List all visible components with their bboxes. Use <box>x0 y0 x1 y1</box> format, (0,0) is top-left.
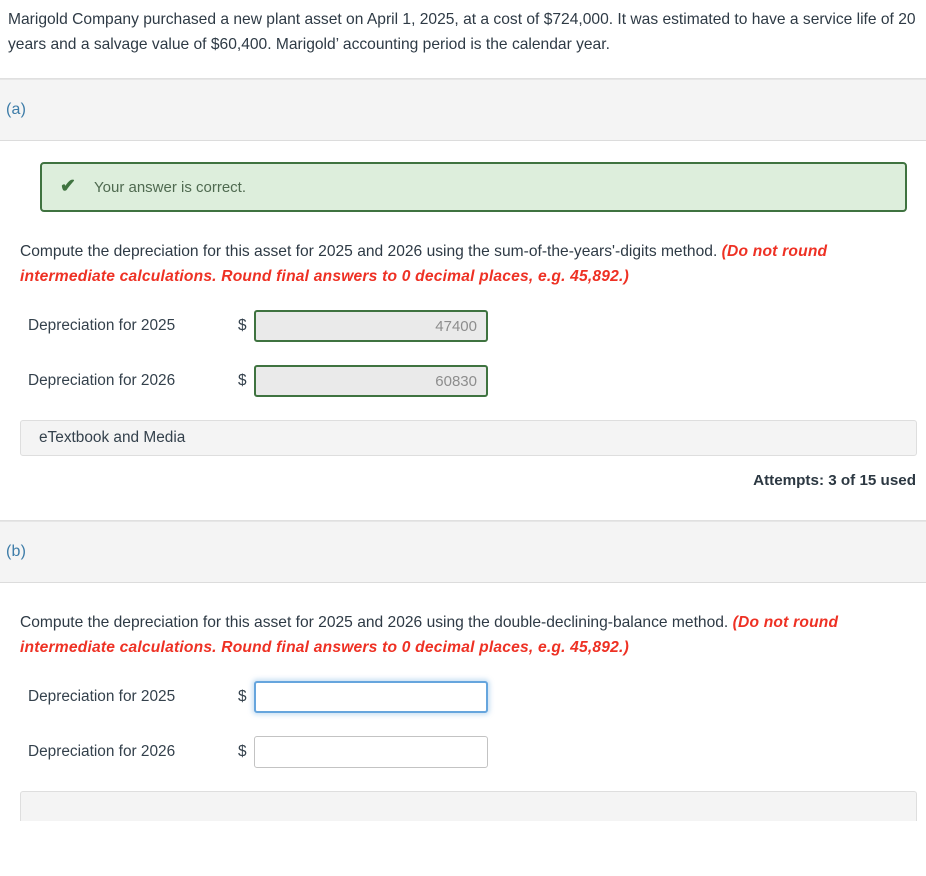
part-letter-b: (b) <box>6 543 27 560</box>
problem-statement: Marigold Company purchased a new plant a… <box>0 0 926 57</box>
answer-row-a-2025: Depreciation for 2025 $ <box>20 310 916 342</box>
part-letter-a: (a) <box>6 101 27 118</box>
currency-symbol: $ <box>238 317 247 334</box>
answer-label-a-2025: Depreciation for 2025 <box>28 317 176 334</box>
answer-label-a-2026: Depreciation for 2026 <box>28 372 176 389</box>
part-header-a: (a) <box>0 79 926 141</box>
problem-statement-text: Marigold Company purchased a new plant a… <box>8 11 916 53</box>
answer-rows-b: Depreciation for 2025 $ Depreciation for… <box>20 681 916 768</box>
answer-rows-a: Depreciation for 2025 $ Depreciation for… <box>20 310 916 397</box>
answer-row-b-2025: Depreciation for 2025 $ <box>20 681 916 713</box>
etextbook-and-media-label: eTextbook and Media <box>39 429 186 446</box>
depreciation-2025-input-a[interactable] <box>254 310 488 342</box>
instruction-b: Compute the depreciation for this asset … <box>20 610 906 660</box>
currency-symbol: $ <box>238 688 247 705</box>
attempts-counter-a: Attempts: 3 of 15 used <box>753 472 916 489</box>
stem-spacer <box>0 57 926 78</box>
depreciation-2026-input-b[interactable] <box>254 736 488 768</box>
answer-correct-banner: ✔ Your answer is correct. <box>40 162 907 212</box>
check-icon: ✔ <box>60 175 76 197</box>
depreciation-2026-input-a[interactable] <box>254 365 488 397</box>
instruction-b-plain: Compute the depreciation for this asset … <box>20 614 733 631</box>
etextbook-and-media-button-b[interactable] <box>20 791 917 821</box>
etextbook-and-media-button-a[interactable]: eTextbook and Media <box>20 420 917 456</box>
answer-row-b-2026: Depreciation for 2026 $ <box>20 736 916 768</box>
part-header-b: (b) <box>0 521 926 583</box>
depreciation-2025-input-b[interactable] <box>254 681 488 713</box>
instruction-a: Compute the depreciation for this asset … <box>20 239 906 289</box>
part-body-b: Compute the depreciation for this asset … <box>0 610 926 768</box>
answer-label-b-2025: Depreciation for 2025 <box>28 688 176 705</box>
instruction-a-plain: Compute the depreciation for this asset … <box>20 243 722 260</box>
answer-label-b-2026: Depreciation for 2026 <box>28 743 176 760</box>
currency-symbol: $ <box>238 372 247 389</box>
answer-row-a-2026: Depreciation for 2026 $ <box>20 365 916 397</box>
part-body-a: ✔ Your answer is correct. Compute the de… <box>0 162 926 397</box>
currency-symbol: $ <box>238 743 247 760</box>
section-gap-a <box>0 489 926 520</box>
answer-correct-text: Your answer is correct. <box>94 178 247 196</box>
